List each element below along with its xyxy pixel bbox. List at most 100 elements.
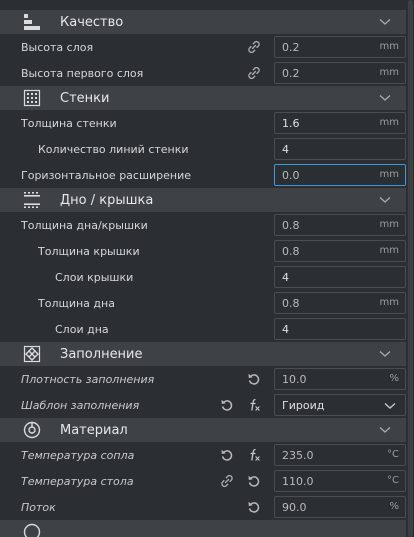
flow-field[interactable]: 90.0 % (274, 496, 406, 518)
setting-row-wall-thickness: Толщина стенки 1.6 mm (0, 110, 406, 136)
field-value: 0.0 (282, 169, 300, 182)
section-icon (22, 522, 42, 537)
reset-icon[interactable] (247, 500, 261, 514)
infill-pattern-dropdown[interactable]: Гироид (274, 394, 406, 416)
field-value: 0.2 (282, 67, 300, 80)
field-unit: % (389, 373, 399, 384)
setting-label: Толщина дна (38, 297, 115, 310)
chevron-down-icon[interactable] (379, 18, 391, 26)
bottom-thickness-field[interactable]: 0.8 mm (274, 292, 406, 314)
scrollbar[interactable] (407, 0, 414, 537)
reset-icon[interactable] (220, 448, 234, 462)
field-unit: mm (379, 117, 399, 128)
setting-label: Горизонтальное расширение (21, 169, 192, 182)
setting-row-top-bottom-thickness: Толщина дна/крышки 0.8 mm (0, 212, 406, 238)
field-value: 0.8 (282, 219, 300, 232)
field-value: 235.0 (282, 449, 314, 462)
layer-height-field[interactable]: 0.2 mm (274, 36, 406, 58)
setting-label: Поток (21, 501, 56, 514)
bed-temperature-field[interactable]: 110.0 °C (274, 470, 406, 492)
top-layers-field[interactable]: 4 (274, 266, 406, 288)
setting-label: Шаблон заполнения (21, 399, 140, 412)
chevron-down-icon[interactable] (379, 196, 391, 204)
setting-row-initial-layer-height: Высота первого слоя 0.2 mm (0, 60, 406, 86)
setting-row-bed-temp: Температура стола 110.0 °C (0, 468, 406, 494)
section-header-material[interactable]: Материал (0, 418, 406, 442)
scrollbar-thumb[interactable] (408, 0, 413, 537)
field-unit: mm (379, 169, 399, 180)
setting-row-infill-pattern: Шаблон заполнения Гироид (0, 392, 406, 418)
field-value: Гироид (282, 399, 325, 412)
setting-label: Толщина стенки (21, 117, 117, 130)
field-value: 0.2 (282, 41, 300, 54)
setting-row-nozzle-temp: Температура сопла 235.0 °C (0, 442, 406, 468)
field-value: 0.8 (282, 297, 300, 310)
section-header-walls[interactable]: Стенки (0, 86, 406, 110)
function-icon[interactable] (247, 448, 261, 462)
section-title: Стенки (60, 90, 110, 106)
wall-thickness-field[interactable]: 1.6 mm (274, 112, 406, 134)
top-bottom-icon (22, 190, 42, 210)
horizontal-expansion-field[interactable]: 0.0 mm (274, 164, 406, 186)
setting-label: Температура сопла (21, 449, 135, 462)
reset-icon[interactable] (247, 474, 261, 488)
section-title: Материал (60, 422, 128, 438)
setting-label: Высота первого слоя (21, 67, 144, 80)
field-value: 1.6 (282, 117, 300, 130)
field-value: 90.0 (282, 501, 307, 514)
section-header-infill[interactable]: Заполнение (0, 342, 406, 366)
setting-row-top-thickness: Толщина крышки 0.8 mm (0, 238, 406, 264)
bottom-layers-field[interactable]: 4 (274, 318, 406, 340)
setting-row-bottom-layers: Слои дна 4 (0, 316, 406, 342)
setting-label: Высота слоя (21, 41, 94, 54)
setting-label: Температура стола (21, 475, 134, 488)
quality-icon (22, 12, 42, 32)
chevron-down-icon[interactable] (379, 94, 391, 102)
material-spool-icon (22, 420, 42, 440)
setting-label: Толщина крышки (38, 245, 140, 258)
section-title: Качество (60, 14, 124, 30)
section-header-quality[interactable]: Качество (0, 10, 406, 34)
setting-row-wall-line-count: Количество линий стенки 4 (0, 136, 406, 162)
section-header-next[interactable] (0, 520, 406, 537)
setting-row-flow: Поток 90.0 % (0, 494, 406, 520)
function-icon[interactable] (247, 398, 261, 412)
field-value: 0.8 (282, 245, 300, 258)
link-icon[interactable] (247, 40, 261, 54)
top-thickness-field[interactable]: 0.8 mm (274, 240, 406, 262)
top-bottom-thickness-field[interactable]: 0.8 mm (274, 214, 406, 236)
infill-density-field[interactable]: 10.0 % (274, 368, 406, 390)
setting-label: Плотность заполнения (21, 373, 155, 386)
section-header-bottom-top[interactable]: Дно / крышка (0, 188, 406, 212)
chevron-down-icon[interactable] (379, 426, 391, 434)
reset-icon[interactable] (247, 372, 261, 386)
print-settings-panel: Качество Высота слоя 0.2 mm Высота перво… (0, 0, 406, 537)
walls-icon (22, 88, 42, 108)
setting-row-horizontal-expansion: Горизонтальное расширение 0.0 mm (0, 162, 406, 188)
setting-row-bottom-thickness: Толщина дна 0.8 mm (0, 290, 406, 316)
field-value: 4 (282, 323, 289, 336)
chevron-down-icon (384, 402, 396, 409)
link-icon[interactable] (247, 66, 261, 80)
field-unit: °C (387, 475, 399, 486)
field-unit: % (389, 501, 399, 512)
field-value: 110.0 (282, 475, 314, 488)
chevron-down-icon[interactable] (379, 350, 391, 358)
setting-row-top-layers: Слои крышки 4 (0, 264, 406, 290)
field-unit: mm (379, 297, 399, 308)
infill-icon (22, 344, 42, 364)
section-title: Заполнение (60, 346, 143, 362)
setting-label: Толщина дна/крышки (21, 219, 148, 232)
nozzle-temperature-field[interactable]: 235.0 °C (274, 444, 406, 466)
setting-row-infill-density: Плотность заполнения 10.0 % (0, 366, 406, 392)
setting-label: Количество линий стенки (38, 143, 189, 156)
wall-line-count-field[interactable]: 4 (274, 138, 406, 160)
field-value: 10.0 (282, 373, 307, 386)
initial-layer-height-field[interactable]: 0.2 mm (274, 62, 406, 84)
link-icon[interactable] (220, 474, 234, 488)
field-value: 4 (282, 271, 289, 284)
field-unit: mm (379, 41, 399, 52)
field-unit: mm (379, 219, 399, 230)
field-unit: mm (379, 245, 399, 256)
reset-icon[interactable] (220, 398, 234, 412)
